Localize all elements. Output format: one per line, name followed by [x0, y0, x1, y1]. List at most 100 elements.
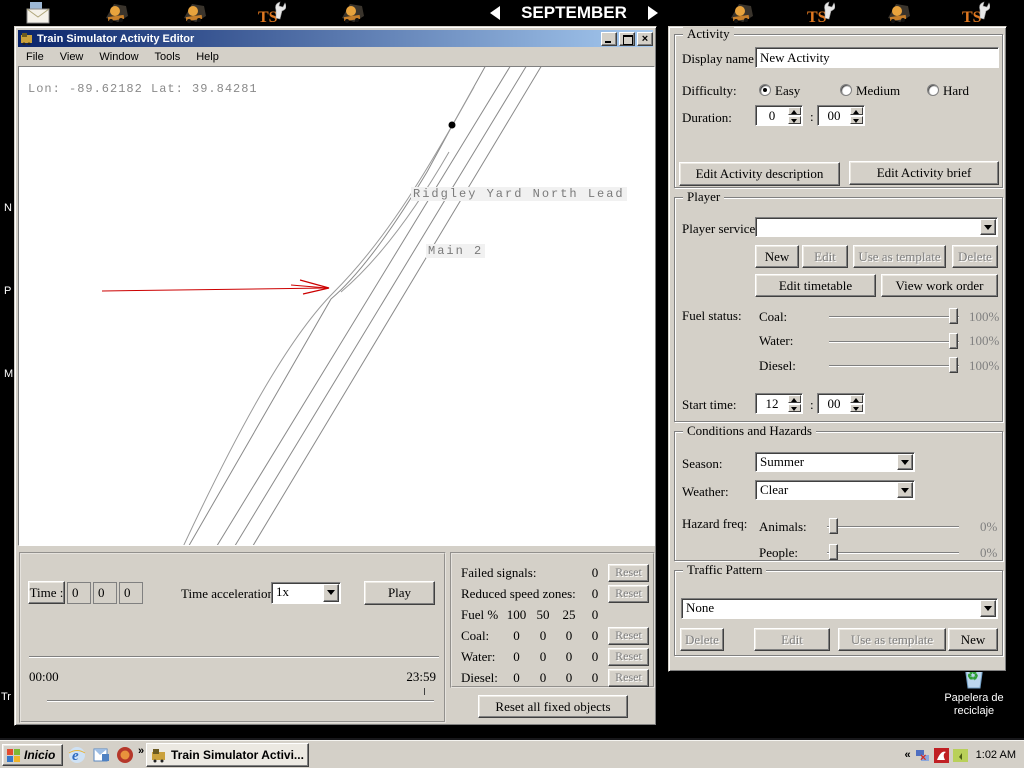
- outlook-quicklaunch-icon[interactable]: [92, 746, 110, 764]
- timeline-slider-thumb[interactable]: [33, 687, 47, 712]
- traffic-pattern-select[interactable]: None: [681, 598, 998, 619]
- spin-down-icon[interactable]: [850, 116, 863, 124]
- train-icon[interactable]: [727, 0, 757, 26]
- selected-node-dot[interactable]: [449, 122, 456, 129]
- spin-down-icon[interactable]: [788, 404, 801, 412]
- service-delete-button[interactable]: Delete: [952, 245, 998, 268]
- timeline-tick: [424, 688, 425, 695]
- diesel-percent: 100%: [969, 358, 999, 374]
- start-button[interactable]: Inicio: [2, 744, 63, 766]
- chevron-down-icon[interactable]: [980, 600, 996, 617]
- difficulty-hard-radio[interactable]: [927, 84, 939, 96]
- duration-label: Duration:: [682, 110, 732, 126]
- ts-tools-icon[interactable]: TS: [960, 0, 990, 26]
- close-button[interactable]: ×: [637, 32, 653, 46]
- traffic-use-as-template-button[interactable]: Use as template: [838, 628, 946, 651]
- taskbar-task-button[interactable]: Train Simulator Activi...: [146, 743, 309, 767]
- menu-window[interactable]: Window: [91, 49, 146, 65]
- coal-slider-thumb[interactable]: [949, 308, 958, 324]
- timeline-start-label: 00:00: [29, 669, 59, 685]
- maximize-button[interactable]: [619, 32, 635, 46]
- view-work-order-button[interactable]: View work order: [881, 274, 998, 297]
- water-slider-thumb[interactable]: [949, 333, 958, 349]
- edit-timetable-button[interactable]: Edit timetable: [755, 274, 876, 297]
- player-group: Player Player service: New Edit Use as t…: [674, 197, 1003, 422]
- traffic-pattern-value: None: [686, 600, 714, 616]
- traffic-new-button[interactable]: New: [948, 628, 998, 651]
- service-edit-button[interactable]: Edit: [802, 245, 848, 268]
- reset-failed-signals-button[interactable]: Reset: [608, 564, 649, 582]
- train-icon[interactable]: [884, 0, 914, 26]
- chevron-down-icon[interactable]: [897, 454, 913, 470]
- difficulty-easy-radio[interactable]: [759, 84, 771, 96]
- ts-tools-icon[interactable]: TS: [256, 0, 286, 26]
- time-seconds-field[interactable]: 0: [119, 582, 143, 604]
- media-quicklaunch-icon[interactable]: [116, 746, 134, 764]
- svg-text:TS: TS: [258, 9, 278, 26]
- animals-slider-thumb[interactable]: [829, 518, 838, 534]
- water-0-value: 0: [582, 649, 608, 665]
- time-hours-field[interactable]: 0: [67, 582, 91, 604]
- chevron-down-icon[interactable]: [980, 219, 996, 235]
- calendar-next-icon[interactable]: [648, 6, 658, 20]
- spin-up-icon[interactable]: [788, 395, 801, 403]
- activity-group-title: Activity: [683, 27, 734, 41]
- weather-select[interactable]: Clear: [755, 480, 915, 500]
- water-100-value: 0: [503, 649, 530, 665]
- spin-up-icon[interactable]: [788, 107, 801, 115]
- system-tray: « × 1:02 AM: [905, 743, 1022, 767]
- start-minutes-spinner[interactable]: 00: [817, 393, 865, 414]
- edit-activity-brief-button[interactable]: Edit Activity brief: [849, 161, 999, 185]
- start-hours-spinner[interactable]: 12: [755, 393, 803, 414]
- time-minutes-field[interactable]: 0: [93, 582, 117, 604]
- duration-hours-spinner[interactable]: 0: [755, 105, 803, 126]
- traffic-delete-button[interactable]: Delete: [680, 628, 724, 651]
- spin-up-icon[interactable]: [850, 107, 863, 115]
- reset-diesel-button[interactable]: Reset: [608, 669, 649, 687]
- antivirus-icon[interactable]: [934, 748, 949, 763]
- train-icon[interactable]: [338, 0, 368, 26]
- minimize-button[interactable]: [601, 32, 617, 46]
- edit-activity-description-button[interactable]: Edit Activity description: [679, 162, 840, 186]
- people-slider-thumb[interactable]: [829, 544, 838, 560]
- train-icon[interactable]: [102, 0, 132, 26]
- svg-text:TS: TS: [807, 9, 827, 26]
- mail-icon[interactable]: [24, 0, 54, 26]
- service-use-as-template-button[interactable]: Use as template: [853, 245, 946, 268]
- player-service-select[interactable]: [755, 217, 998, 237]
- quicklaunch-overflow-chevron[interactable]: »: [138, 745, 144, 757]
- calendar-prev-icon[interactable]: [490, 6, 500, 20]
- ie-quicklaunch-icon[interactable]: e: [68, 746, 86, 764]
- network-offline-icon[interactable]: ×: [915, 748, 930, 763]
- reset-all-fixed-objects-button[interactable]: Reset all fixed objects: [478, 695, 628, 718]
- difficulty-medium-radio[interactable]: [840, 84, 852, 96]
- diesel-slider-thumb[interactable]: [949, 357, 958, 373]
- display-name-input[interactable]: New Activity: [755, 47, 999, 68]
- reset-water-button[interactable]: Reset: [608, 648, 649, 666]
- menu-view[interactable]: View: [52, 49, 92, 65]
- chevron-down-icon[interactable]: [897, 482, 913, 498]
- spin-up-icon[interactable]: [850, 395, 863, 403]
- service-new-button[interactable]: New: [755, 245, 799, 268]
- duration-minutes-spinner[interactable]: 00: [817, 105, 865, 126]
- train-icon[interactable]: [180, 0, 210, 26]
- spin-down-icon[interactable]: [788, 116, 801, 124]
- title-bar[interactable]: Train Simulator Activity Editor ×: [18, 30, 653, 47]
- menu-help[interactable]: Help: [188, 49, 227, 65]
- reset-coal-button[interactable]: Reset: [608, 627, 649, 645]
- volume-icon[interactable]: [953, 748, 968, 763]
- desktop-calendar: SEPTEMBER: [490, 2, 658, 24]
- menu-file[interactable]: File: [18, 49, 52, 65]
- time-button[interactable]: Time :: [28, 581, 65, 604]
- ts-tools-icon[interactable]: TS: [805, 0, 835, 26]
- play-button[interactable]: Play: [364, 581, 435, 605]
- spin-down-icon[interactable]: [850, 404, 863, 412]
- season-select[interactable]: Summer: [755, 452, 915, 472]
- route-map-viewport[interactable]: Lon: -89.62182 Lat: 39.84281 Ridgley Yar…: [18, 66, 655, 546]
- menu-tools[interactable]: Tools: [147, 49, 189, 65]
- time-acceleration-select[interactable]: 1x: [271, 582, 341, 604]
- chevron-down-icon[interactable]: [323, 584, 339, 602]
- traffic-edit-button[interactable]: Edit: [754, 628, 830, 651]
- tray-collapse-chevron[interactable]: «: [905, 749, 911, 761]
- reset-reduced-zones-button[interactable]: Reset: [608, 585, 649, 603]
